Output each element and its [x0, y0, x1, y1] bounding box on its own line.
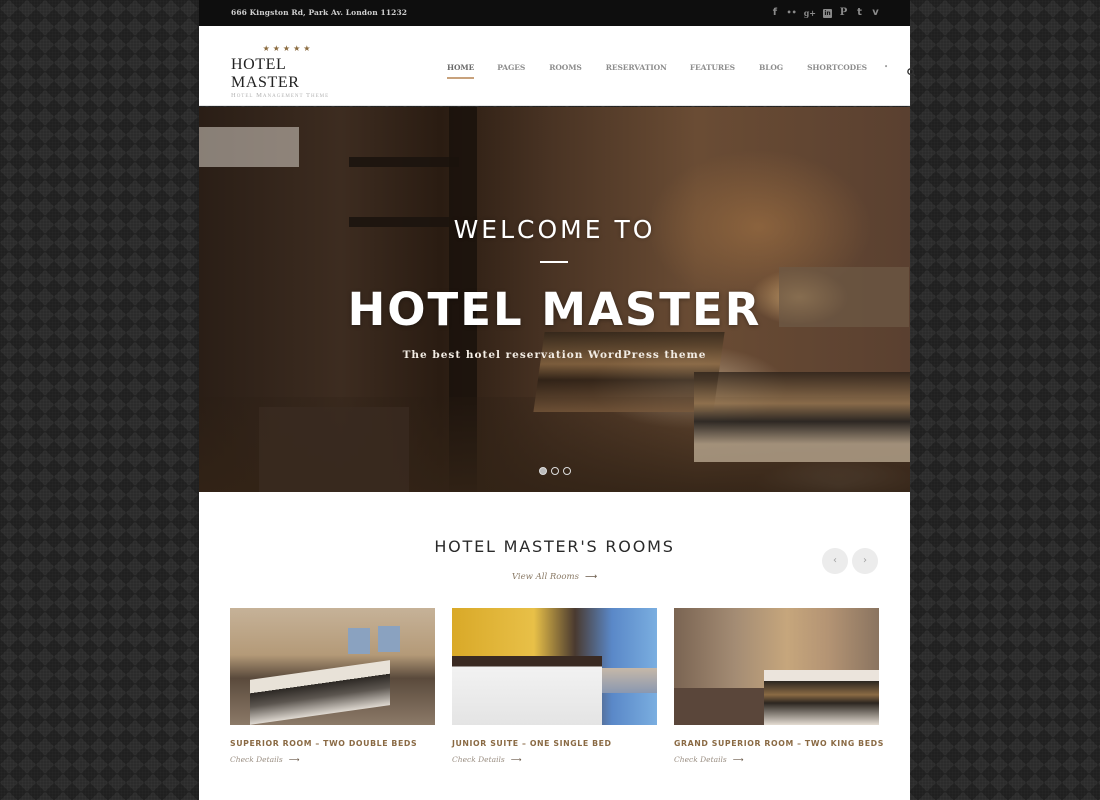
- nav-item-features[interactable]: FEATURES: [690, 63, 735, 72]
- facebook-icon[interactable]: f: [770, 7, 779, 19]
- room-name[interactable]: SUPERIOR ROOM – TWO DOUBLE BEDS: [230, 739, 435, 748]
- hero-slider: WELCOME TO HOTEL MASTER The best hotel r…: [199, 107, 910, 492]
- room-card: SUPERIOR ROOM – TWO DOUBLE BEDS Check De…: [230, 608, 435, 764]
- pinterest-icon[interactable]: P: [839, 7, 848, 19]
- check-details-label: Check Details: [452, 755, 505, 764]
- check-details-link[interactable]: Check Details ⟶: [674, 755, 879, 764]
- nav-separator-dot: •: [883, 63, 889, 71]
- nav-item-blog[interactable]: BLOG: [759, 63, 783, 72]
- carousel-prev-button[interactable]: ‹: [822, 548, 848, 574]
- arrow-right-icon: ⟶: [732, 755, 744, 764]
- room-thumbnail[interactable]: [452, 608, 657, 725]
- social-links: f •• g+ in P t v: [770, 7, 880, 19]
- site-header: ★★★★★ HOTEL MASTER Hotel Management Them…: [199, 26, 916, 106]
- rooms-section: HOTEL MASTER'S ROOMS View All Rooms ⟶ ‹ ›…: [199, 492, 910, 800]
- check-details-link[interactable]: Check Details ⟶: [230, 755, 435, 764]
- check-details-label: Check Details: [674, 755, 727, 764]
- slider-dot-1[interactable]: [539, 467, 547, 475]
- slider-dot-3[interactable]: [563, 467, 571, 475]
- check-details-label: Check Details: [230, 755, 283, 764]
- nav-item-shortcodes[interactable]: SHORTCODES: [807, 63, 867, 72]
- slider-pagination: [539, 467, 571, 475]
- room-thumbnail[interactable]: [674, 608, 879, 725]
- flickr-icon[interactable]: ••: [786, 7, 796, 19]
- arrow-right-icon: ⟶: [510, 755, 522, 764]
- room-thumbnail[interactable]: [230, 608, 435, 725]
- view-all-rooms-link[interactable]: View All Rooms ⟶: [199, 572, 910, 582]
- room-card: JUNIOR SUITE – ONE SINGLE BED Check Deta…: [452, 608, 657, 764]
- twitter-icon[interactable]: t: [855, 7, 864, 19]
- check-details-link[interactable]: Check Details ⟶: [452, 755, 657, 764]
- star-rating-icon: ★★★★★: [262, 44, 314, 53]
- logo-tagline: Hotel Management Theme: [231, 92, 330, 99]
- hero-subtitle: The best hotel reservation WordPress the…: [402, 349, 707, 361]
- nav-item-home[interactable]: HOME: [447, 63, 475, 79]
- page-wrapper: 666 Kingston Rd, Park Av. London 11232 f…: [199, 0, 916, 800]
- room-name[interactable]: JUNIOR SUITE – ONE SINGLE BED: [452, 739, 657, 748]
- hero-image-shelf: [349, 157, 459, 167]
- vimeo-icon[interactable]: v: [871, 7, 880, 19]
- arrow-right-icon: ⟶: [584, 572, 598, 582]
- nav-item-reservation[interactable]: RESERVATION: [606, 63, 667, 72]
- top-bar: 666 Kingston Rd, Park Av. London 11232 f…: [199, 0, 910, 26]
- slider-dot-2[interactable]: [551, 467, 559, 475]
- room-name[interactable]: GRAND SUPERIOR ROOM – TWO KING BEDS: [674, 739, 883, 748]
- hero-image-bed: [694, 372, 910, 462]
- site-logo[interactable]: ★★★★★ HOTEL MASTER Hotel Management Them…: [231, 45, 351, 100]
- hero-image-ac-unit: [199, 127, 299, 167]
- address-text: 666 Kingston Rd, Park Av. London 11232: [231, 8, 408, 17]
- logo-name: HOTEL MASTER: [231, 56, 300, 91]
- view-all-label: View All Rooms: [511, 572, 579, 582]
- main-nav: HOME PAGES ROOMS RESERVATION FEATURES BL…: [447, 62, 916, 79]
- hero-image-bench: [259, 407, 409, 492]
- search-icon[interactable]: [907, 62, 916, 77]
- arrow-right-icon: ⟶: [288, 755, 300, 764]
- nav-item-rooms[interactable]: ROOMS: [549, 63, 582, 72]
- section-title: HOTEL MASTER'S ROOMS: [434, 537, 675, 556]
- nav-item-pages[interactable]: PAGES: [497, 63, 525, 72]
- carousel-next-button[interactable]: ›: [852, 548, 878, 574]
- room-card: GRAND SUPERIOR ROOM – TWO KING BEDS Chec…: [674, 608, 883, 764]
- hero-title: HOTEL MASTER: [347, 283, 762, 336]
- hero-kicker: WELCOME TO: [453, 215, 656, 244]
- linkedin-icon[interactable]: in: [823, 8, 832, 18]
- hero-divider: [540, 261, 568, 263]
- google-plus-icon[interactable]: g+: [804, 7, 816, 19]
